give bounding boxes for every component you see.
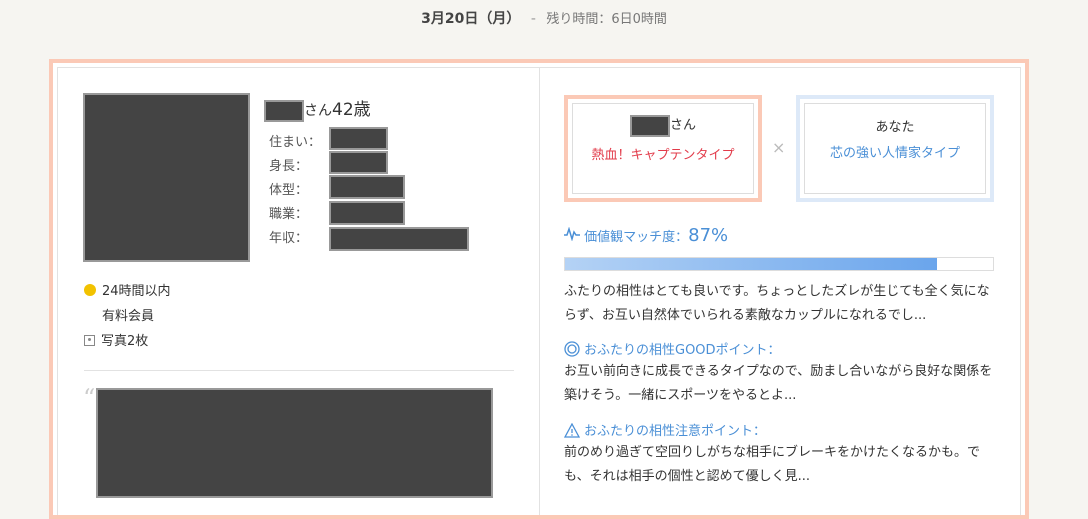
partner-type-box: さん 熱血！キャプテンタイプ — [564, 95, 762, 202]
caution-point-heading: おふたりの相性注意ポイント： — [563, 420, 767, 439]
warning-icon — [563, 422, 581, 438]
message-redacted — [96, 388, 493, 498]
caution-point-text: 前のめり過ぎて空回りしがちな相手にブレーキをかけたくなるかも。でも、それは相手の… — [564, 445, 981, 484]
body-type-value-redacted — [329, 175, 405, 199]
good-point-text: お互い前向きに成長できるタイプなので、励まし合いながら良好な関係を築けそう。一緒… — [564, 364, 993, 403]
target-icon — [564, 341, 580, 357]
date-bar: 3月20日（月） - 残り時間：6日0時間 — [0, 8, 1088, 28]
profile-name: さん42歳 — [264, 95, 371, 122]
you-label: あなた — [875, 120, 915, 135]
column-divider — [539, 68, 540, 515]
income-value-redacted — [329, 227, 469, 251]
match-score-heading: 価値観マッチ度：87% — [564, 225, 728, 246]
occupation-value-redacted — [329, 201, 405, 225]
match-score-value: 87% — [688, 225, 729, 246]
profile-age: 42歳 — [332, 100, 371, 120]
partner-name-suffix: さん — [669, 118, 696, 133]
you-type-box: あなた 芯の強い人情家タイプ — [796, 95, 994, 202]
online-dot-icon — [84, 284, 96, 296]
match-summary: ふたりの相性はとても良いです。ちょっとしたズレが生じても全く気にならず、お互い自… — [564, 284, 990, 323]
section-divider — [84, 370, 514, 371]
match-progress-bar — [564, 257, 994, 271]
good-point-heading: おふたりの相性GOODポイント： — [564, 339, 781, 358]
partner-type: 熱血！キャプテンタイプ — [591, 147, 735, 163]
photo-count-text: 写真2枚 — [101, 334, 149, 349]
date-separator: - — [530, 11, 536, 27]
name-redacted — [264, 100, 304, 122]
name-suffix: さん — [304, 103, 332, 119]
residence-value-redacted — [329, 127, 388, 150]
cross-icon: × — [772, 138, 786, 157]
partner-name-redacted — [629, 114, 670, 137]
good-point-heading-text: おふたりの相性GOODポイント： — [584, 343, 781, 358]
membership-status: 有料会員 — [102, 309, 155, 324]
occupation-label: 職業： — [269, 207, 309, 222]
pulse-icon — [564, 226, 580, 242]
photo-count: 写真2枚 — [84, 330, 148, 349]
income-label: 年収： — [269, 231, 309, 246]
partner-name: さん — [573, 114, 753, 137]
online-status: 24時間以内 — [84, 280, 171, 299]
date-text: 3月20日（月） — [421, 11, 521, 27]
match-score-label: 価値観マッチ度： — [584, 230, 689, 245]
online-status-text: 24時間以内 — [102, 284, 171, 299]
body-type-label: 体型： — [269, 183, 309, 198]
caution-point-heading-text: おふたりの相性注意ポイント： — [584, 424, 767, 439]
you-type: 芯の強い人情家タイプ — [829, 146, 960, 161]
height-label: 身長： — [269, 159, 309, 174]
residence-label: 住まい： — [269, 135, 322, 150]
quote-icon: “ — [83, 384, 96, 412]
match-progress-fill — [565, 258, 938, 270]
photo-icon — [84, 335, 95, 346]
remaining-time: 残り時間：6日0時間 — [546, 12, 667, 27]
profile-photo[interactable] — [83, 93, 250, 262]
height-value-redacted — [329, 151, 388, 174]
